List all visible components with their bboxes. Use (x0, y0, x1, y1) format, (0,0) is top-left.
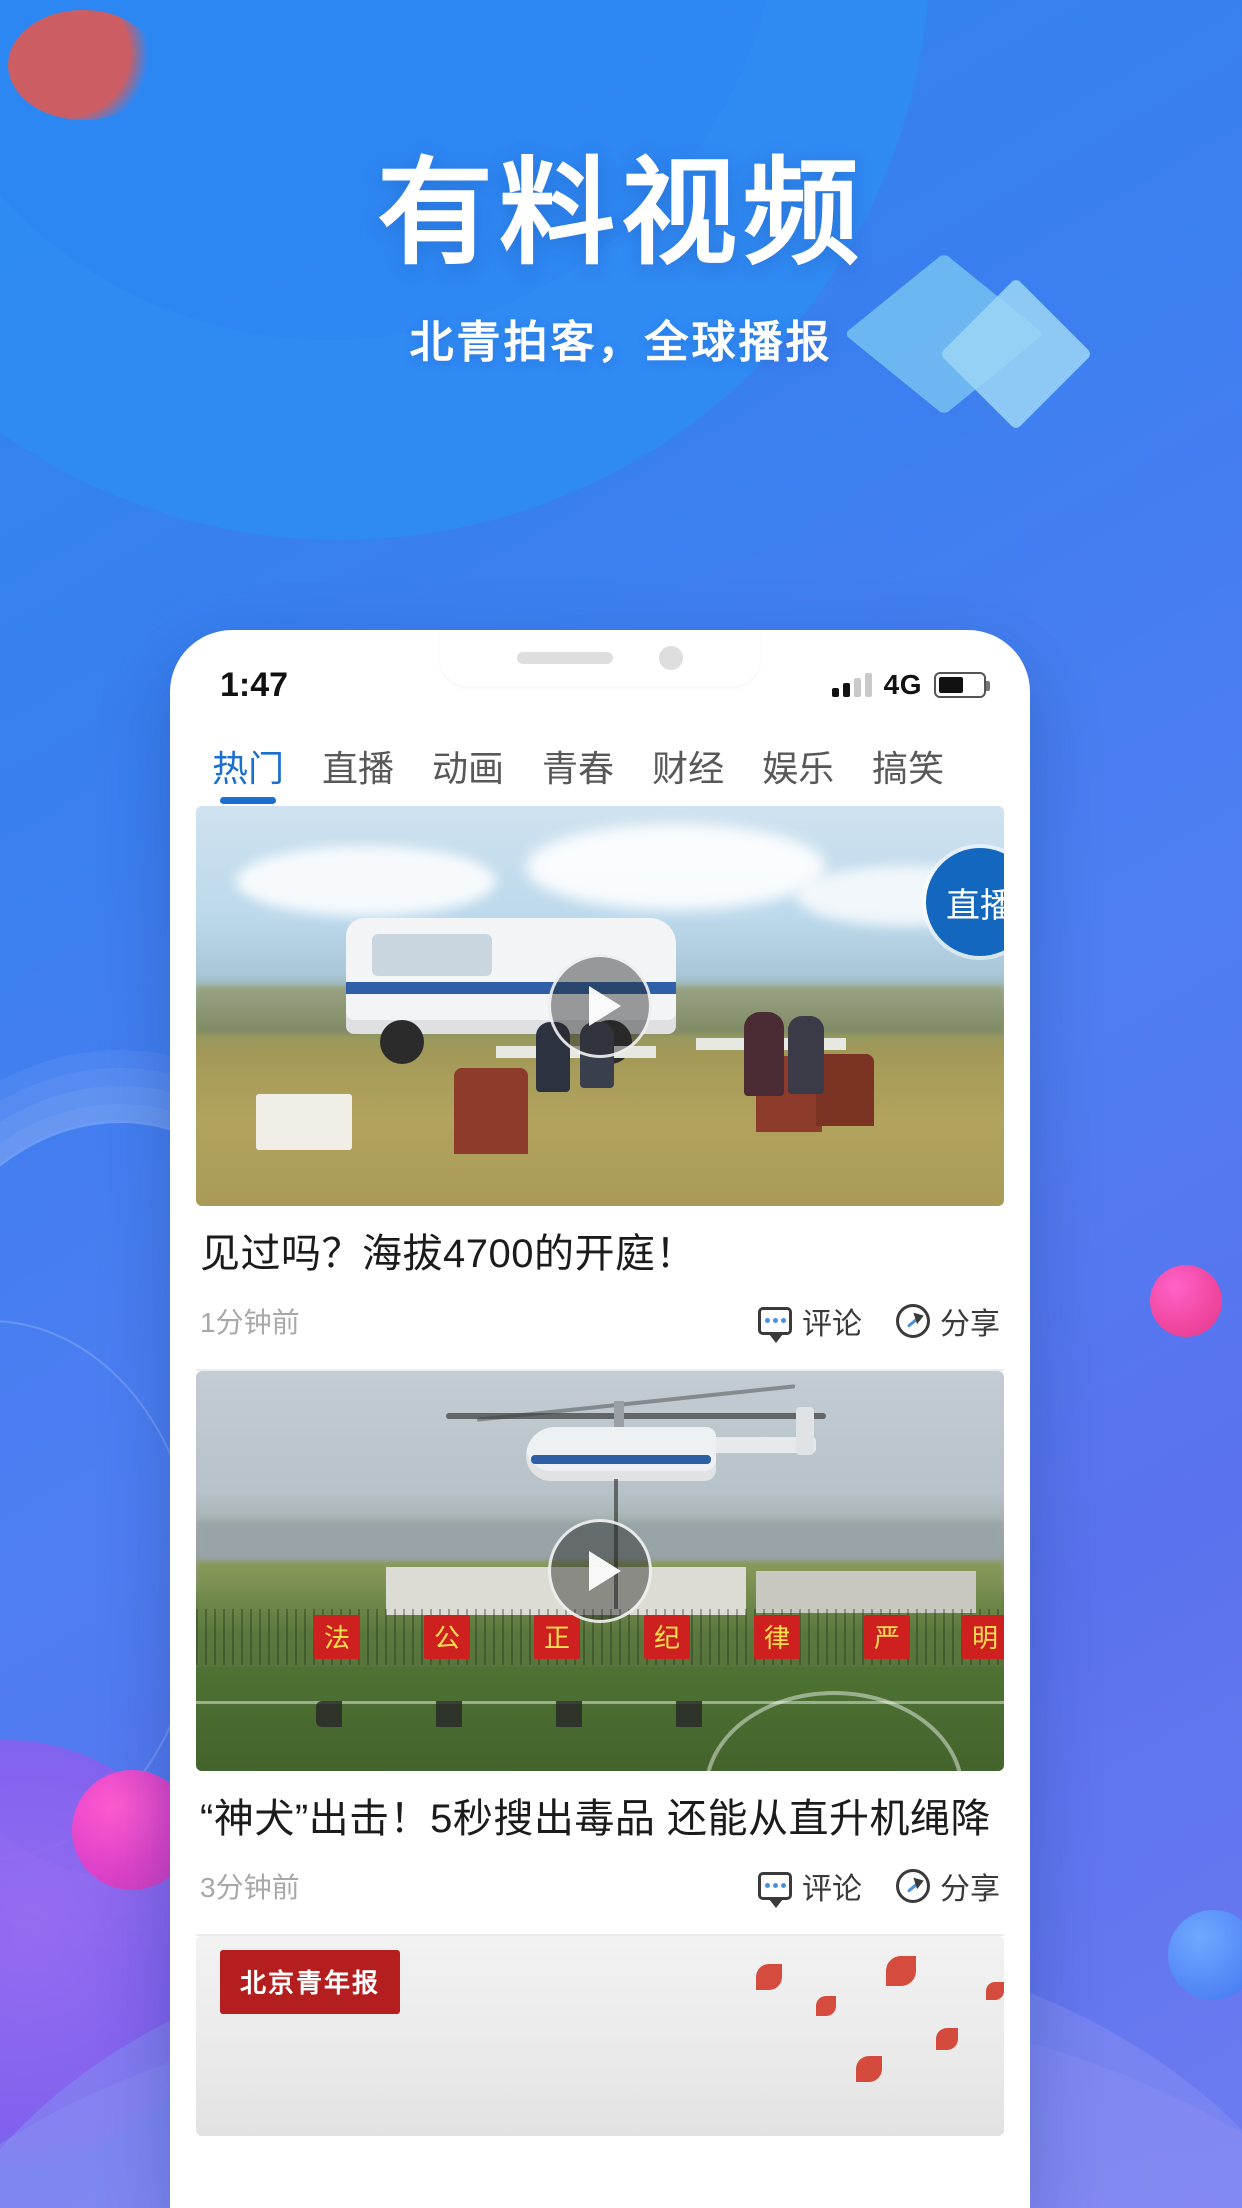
front-camera-icon (659, 646, 683, 670)
video-card[interactable]: 法 公 正 纪 律 严 明 “神犬”出击！5秒搜出毒品 还能从直升机绳降 3分钟… (170, 1370, 1030, 1934)
network-type-label: 4G (883, 669, 922, 700)
newspaper-masthead: 北京青年报 (220, 1949, 400, 2014)
video-timestamp: 1分钟前 (200, 1306, 300, 1338)
video-title[interactable]: “神犬”出击！5秒搜出毒品 还能从直升机绳降 (196, 1771, 1004, 1846)
comment-button[interactable]: 评论 (758, 1864, 862, 1908)
video-thumbnail[interactable]: 直播 (196, 806, 1004, 1206)
play-icon[interactable] (548, 1518, 652, 1623)
tab-live[interactable]: 直播 (322, 740, 394, 806)
tab-entertainment[interactable]: 娱乐 (762, 740, 834, 806)
video-title[interactable]: 见过吗？海拔4700的开庭！ (196, 1206, 1004, 1281)
decor-blue-ball (1168, 1910, 1242, 2000)
share-button[interactable]: 分享 (896, 1299, 1000, 1343)
tab-youth[interactable]: 青春 (542, 740, 614, 806)
hero-heading-group: 有料视频 北青拍客，全球播报 (0, 148, 1242, 370)
comment-icon (758, 1306, 792, 1343)
share-label: 分享 (940, 1307, 1000, 1341)
phone-notch (440, 630, 760, 686)
comment-label: 评论 (802, 1872, 862, 1906)
decor-pink-ball-2 (1150, 1265, 1222, 1337)
tab-funny[interactable]: 搞笑 (872, 740, 944, 806)
earpiece-speaker (517, 652, 613, 664)
live-badge[interactable]: 直播 (926, 848, 1004, 956)
phone-mockup: 1:47 4G 热门 直播 动画 青春 财经 娱乐 搞笑 直播 见过吗？海拔47… (170, 630, 1030, 2208)
category-tab-bar[interactable]: 热门 直播 动画 青春 财经 娱乐 搞笑 (170, 726, 1030, 806)
video-timestamp: 3分钟前 (200, 1871, 300, 1903)
play-icon[interactable] (548, 954, 652, 1058)
video-meta-row: 1分钟前 评论 分享 (196, 1281, 1004, 1369)
share-button[interactable]: 分享 (896, 1864, 1000, 1908)
comment-button[interactable]: 评论 (758, 1299, 862, 1343)
video-card[interactable]: 北京青年报 (170, 1935, 1030, 2136)
comment-label: 评论 (802, 1307, 862, 1341)
hero-subtitle: 北青拍客，全球播报 (409, 317, 833, 367)
decor-red-blob (8, 10, 158, 120)
share-icon (896, 1868, 930, 1903)
video-card[interactable]: 直播 见过吗？海拔4700的开庭！ 1分钟前 评论 分享 (170, 806, 1030, 1369)
video-thumbnail[interactable]: 北京青年报 (196, 1935, 1004, 2136)
share-icon (896, 1303, 930, 1338)
video-actions: 评论 分享 (758, 1299, 1000, 1343)
tab-hot[interactable]: 热门 (212, 740, 284, 806)
video-actions: 评论 分享 (758, 1864, 1000, 1908)
battery-icon (934, 672, 990, 698)
tab-animation[interactable]: 动画 (432, 740, 504, 806)
status-bar-clock: 1:47 (220, 665, 289, 704)
video-thumbnail[interactable]: 法 公 正 纪 律 严 明 (196, 1370, 1004, 1771)
tab-finance[interactable]: 财经 (652, 740, 724, 806)
comment-icon (758, 1871, 792, 1908)
status-bar-indicators: 4G (831, 669, 990, 701)
video-feed: 直播 见过吗？海拔4700的开庭！ 1分钟前 评论 分享 法 公 正 纪 律 严… (170, 806, 1030, 2136)
share-label: 分享 (940, 1872, 1000, 1906)
signal-bars-icon (831, 673, 872, 697)
hero-title: 有料视频 (377, 148, 865, 278)
video-meta-row: 3分钟前 评论 分享 (196, 1846, 1004, 1934)
